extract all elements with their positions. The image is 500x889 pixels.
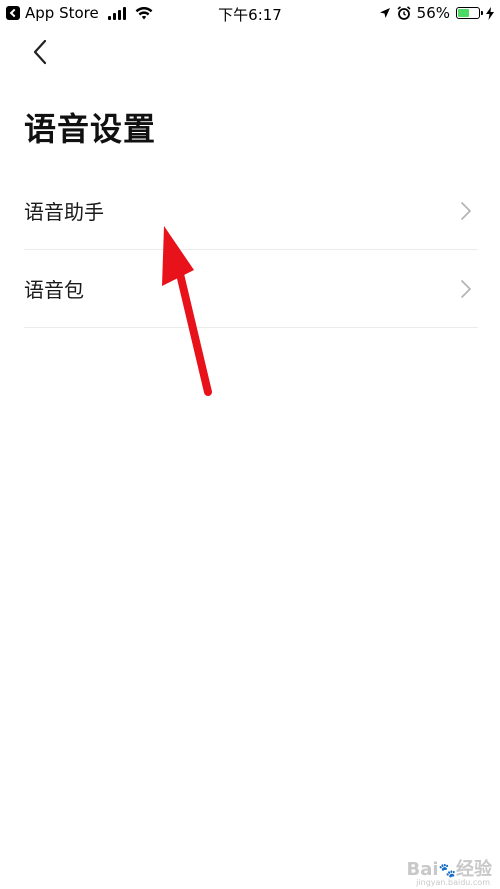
chevron-left-icon: [33, 39, 47, 65]
battery-fill: [458, 9, 470, 17]
charging-icon: [486, 6, 494, 20]
back-button[interactable]: [26, 38, 54, 66]
page-title: 语音设置: [24, 110, 157, 148]
settings-list: 语音助手 语音包: [24, 172, 478, 328]
chevron-right-icon: [461, 279, 471, 298]
watermark-url: jingyan.baidu.com: [416, 878, 490, 887]
battery-icon: [456, 7, 483, 19]
battery-percent: 56%: [416, 4, 450, 22]
chevron-right-icon: [461, 201, 471, 220]
settings-item-voice-assistant[interactable]: 语音助手: [24, 172, 478, 250]
red-arrow-icon: [162, 226, 212, 396]
status-bar-right: 56%: [379, 4, 494, 22]
location-icon: [379, 8, 390, 18]
settings-item-voice-pack[interactable]: 语音包: [24, 250, 478, 328]
settings-item-label: 语音包: [24, 278, 84, 302]
settings-item-label: 语音助手: [24, 200, 104, 224]
status-bar: App Store 下午6:17 56%: [0, 0, 500, 26]
alarm-icon: [397, 6, 411, 20]
